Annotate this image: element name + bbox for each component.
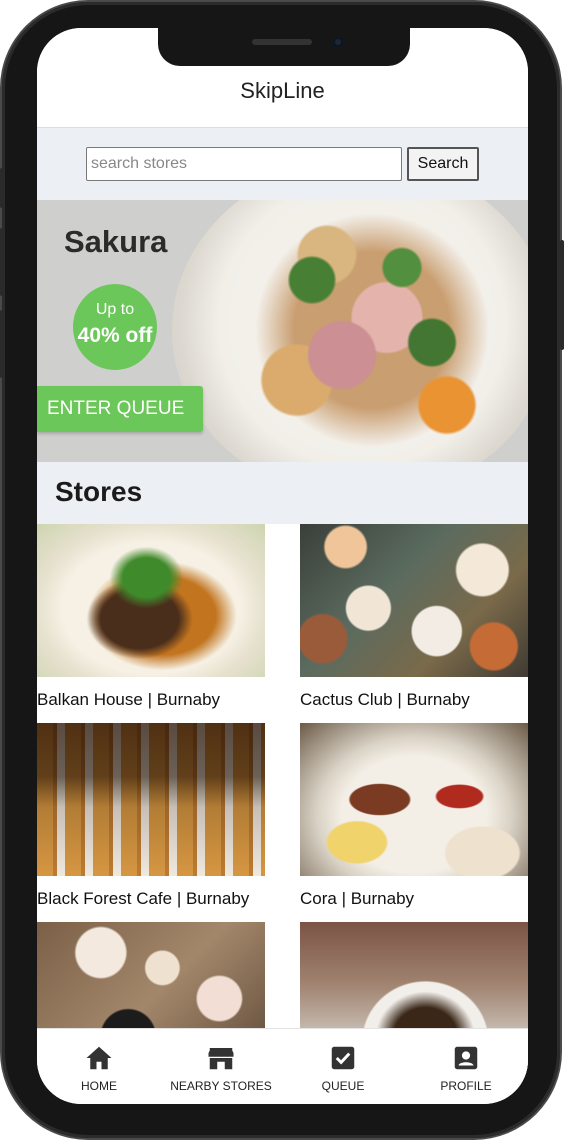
store-image [300, 723, 528, 876]
store-image [300, 524, 528, 677]
tab-nearby-stores[interactable]: NEARBY STORES [163, 1029, 279, 1104]
banner-food-dish [222, 205, 522, 455]
store-name: Cactus Club | Burnaby [300, 690, 470, 709]
promo-badge: Up to 40% off [73, 284, 157, 370]
store-image [37, 524, 265, 677]
speaker-grille [252, 39, 312, 45]
promo-prefix: Up to [95, 301, 135, 318]
store-name: Black Forest Cafe | Burnaby [37, 889, 250, 908]
tab-home[interactable]: HOME [51, 1029, 147, 1104]
store-icon [208, 1048, 234, 1070]
featured-store-banner[interactable]: Sakura Up to 40% off ENTER QUEUE [37, 200, 528, 462]
volume-button [0, 168, 4, 208]
tab-label: PROFILE [440, 1079, 492, 1093]
app-screen: SkipLine Search Sakura Up to 40% off ENT… [37, 28, 528, 1104]
bottom-tab-bar: HOME NEARBY STORES QUEUE PROFILE [37, 1028, 528, 1104]
stores-section-header: Stores [37, 462, 528, 524]
volume-button [0, 228, 4, 296]
app-title: SkipLine [240, 78, 325, 103]
profile-icon [454, 1046, 478, 1070]
enter-queue-button[interactable]: ENTER QUEUE [37, 386, 203, 432]
search-bar: Search [37, 128, 528, 200]
tab-label: QUEUE [321, 1079, 365, 1093]
tab-profile[interactable]: PROFILE [418, 1029, 514, 1104]
checkbox-icon [331, 1046, 355, 1070]
camera-icon [332, 36, 344, 48]
promo-value: 40% off [77, 324, 153, 347]
tab-label: HOME [81, 1079, 117, 1093]
search-input[interactable] [86, 147, 402, 181]
store-name: Balkan House | Burnaby [37, 690, 221, 709]
store-image [37, 723, 265, 876]
home-icon [86, 1046, 112, 1070]
tab-label: NEARBY STORES [170, 1079, 272, 1093]
tab-queue[interactable]: QUEUE [295, 1029, 391, 1104]
power-button [560, 240, 564, 350]
featured-store-name: Sakura [64, 224, 168, 259]
store-name: Cora | Burnaby [300, 889, 415, 908]
stores-heading: Stores [55, 476, 143, 507]
phone-notch [158, 28, 410, 66]
search-button[interactable]: Search [407, 147, 479, 181]
volume-button [0, 310, 4, 378]
